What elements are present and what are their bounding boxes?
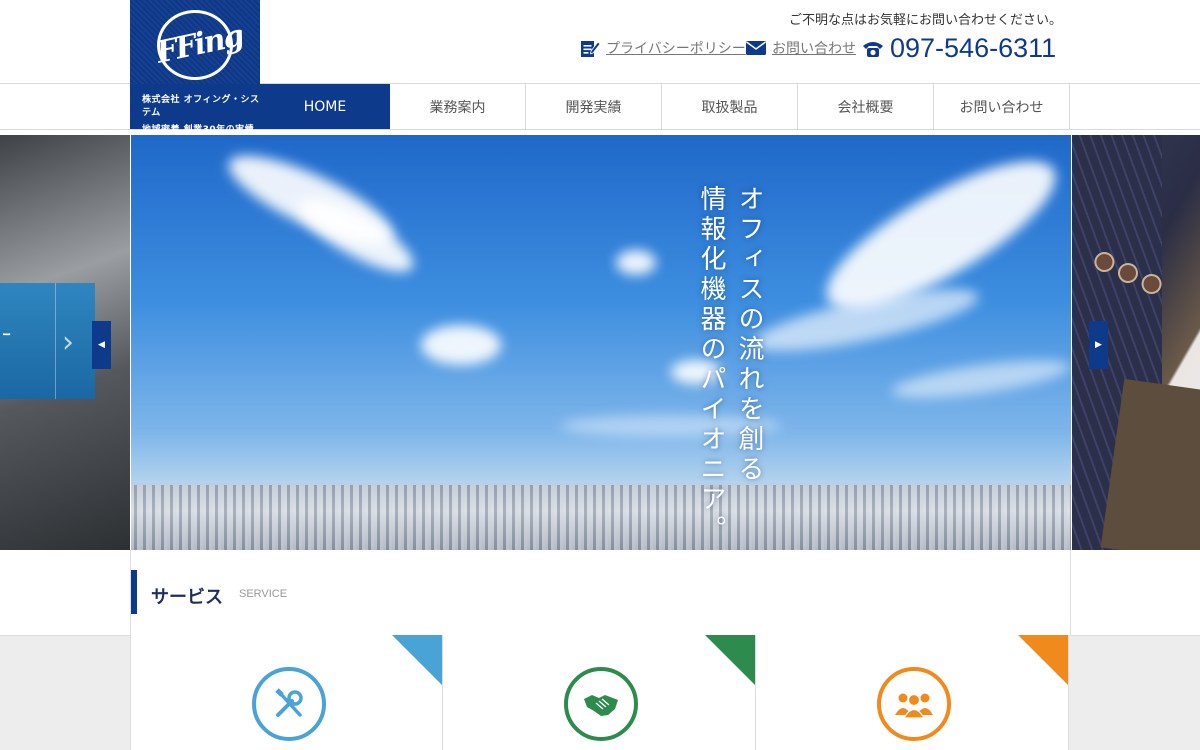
arrow-right-icon: ▶	[1095, 340, 1102, 350]
arrow-left-icon: ◀	[98, 340, 105, 350]
service-cards	[130, 635, 1071, 750]
service-card-maintenance[interactable]	[130, 635, 443, 750]
telephone-icon	[862, 40, 884, 58]
nav-services[interactable]: 業務案内	[390, 84, 526, 129]
slider-next-button[interactable]: ▶	[1089, 321, 1108, 369]
nav-home[interactable]: HOME	[260, 84, 390, 129]
panel-mark-icon: ｰ	[2, 325, 11, 346]
header-note: ご不明な点はお気軽にお問い合わせください。	[788, 13, 1062, 28]
chevron-right-icon: ›	[62, 325, 74, 360]
contact-link-group[interactable]: お問い合わせ	[746, 38, 856, 58]
company-name: 株式会社 オフィング・システム	[142, 95, 260, 118]
slider-prev-button[interactable]: ◀	[92, 321, 111, 369]
nav-contact[interactable]: お問い合わせ	[934, 84, 1070, 129]
company-tagline: 地域密着 創業30年の実績	[142, 125, 255, 135]
service-card-partnership[interactable]	[443, 635, 756, 750]
nav-company[interactable]: 会社概要	[798, 84, 934, 129]
phone-number-group[interactable]: 097-546-6311	[862, 33, 1056, 64]
company-logo[interactable]: FFing	[130, 0, 260, 84]
company-caption: 株式会社 オフィング・システム 地域密着 創業30年の実績	[130, 84, 260, 135]
card-corner-accent	[1018, 635, 1068, 685]
hero-catchcopy-line2: 情報化機器のパイオニア。	[696, 185, 726, 545]
handshake-icon	[564, 667, 638, 741]
hero-catchcopy-line1: オフィスの流れを創る	[734, 185, 764, 485]
card-corner-accent	[392, 635, 442, 685]
privacy-policy-link[interactable]: プライバシーポリシー	[606, 38, 746, 58]
service-card-team[interactable]	[756, 635, 1069, 750]
nav-products[interactable]: 取扱製品	[662, 84, 798, 129]
privacy-policy-link-group[interactable]: プライバシーポリシー	[580, 38, 746, 58]
envelope-icon	[746, 40, 766, 56]
nav-works[interactable]: 開発実績	[526, 84, 662, 129]
services-accent-bar	[131, 570, 137, 614]
tools-icon	[252, 667, 326, 741]
contact-link[interactable]: お問い合わせ	[772, 38, 856, 58]
services-subtitle: SERVICE	[239, 588, 288, 600]
people-icon	[877, 667, 951, 741]
hero-slide: オフィスの流れを創る 情報化機器のパイオニア。	[131, 135, 1071, 550]
card-corner-accent	[705, 635, 755, 685]
phone-number: 097-546-6311	[890, 33, 1057, 63]
edit-document-icon	[580, 38, 600, 58]
city-skyline	[131, 485, 1071, 550]
services-title: サービス	[151, 587, 223, 608]
main-nav: HOME 業務案内 開発実績 取扱製品 会社概要 お問い合わせ	[260, 84, 1070, 129]
